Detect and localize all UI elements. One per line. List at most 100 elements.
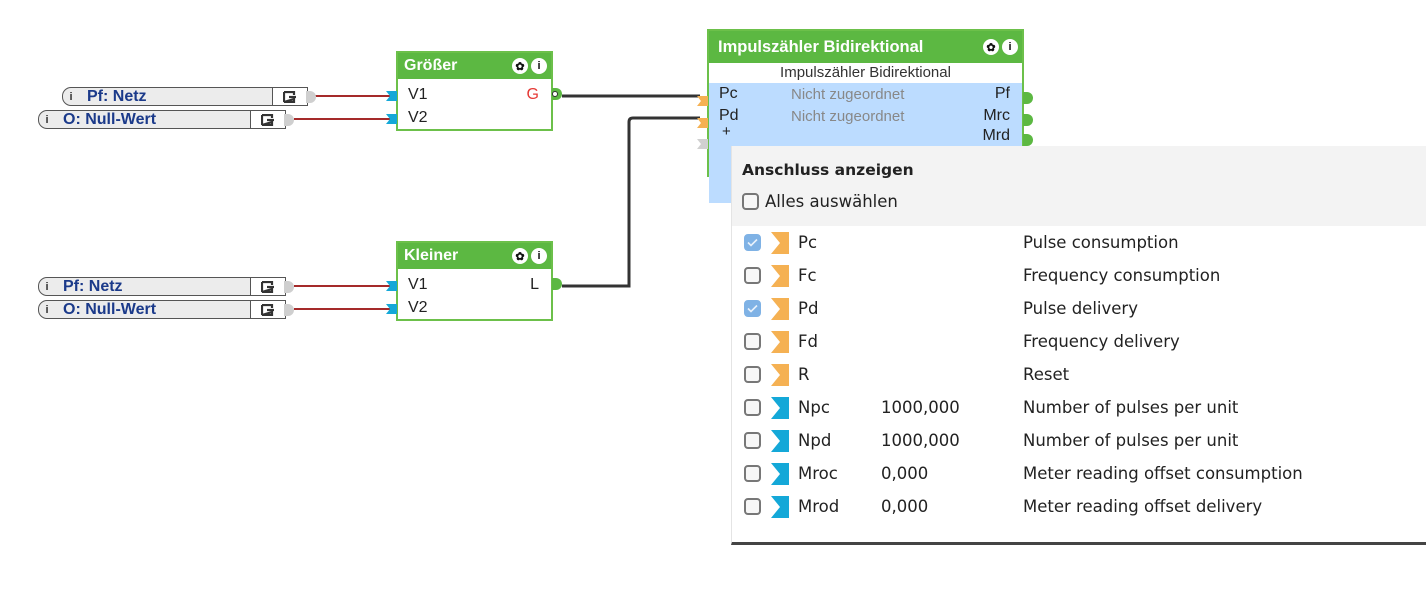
wire-kleiner-l-to-pd bbox=[562, 116, 700, 288]
port-name: R bbox=[798, 365, 810, 384]
input-label-v2: V2 bbox=[408, 299, 428, 316]
input-port-pd[interactable] bbox=[697, 115, 708, 128]
checkbox[interactable] bbox=[744, 465, 761, 482]
input-ref-label: O: Null-Wert bbox=[63, 300, 157, 318]
port-value: 0,000 bbox=[881, 497, 929, 516]
port-row-npc[interactable]: Npc 1000,000 Number of pulses per unit bbox=[744, 391, 1414, 424]
output-arrow-icon[interactable] bbox=[250, 278, 285, 295]
input-port-pc[interactable] bbox=[697, 93, 708, 106]
output-arrow-icon[interactable] bbox=[250, 111, 285, 128]
port-description: Pulse consumption bbox=[1023, 233, 1179, 252]
gear-icon[interactable]: ✿ bbox=[512, 248, 528, 264]
output-label-mrd: Mrd bbox=[982, 127, 1010, 144]
port-name: Pc bbox=[798, 233, 818, 252]
input-ref-pf-netz-2[interactable]: i Pf: Netz bbox=[38, 277, 294, 296]
port-name: Npc bbox=[798, 398, 830, 417]
input-port-v2[interactable] bbox=[386, 301, 397, 314]
info-icon[interactable]: i bbox=[39, 278, 55, 295]
port-description: Frequency delivery bbox=[1023, 332, 1180, 351]
add-input-button[interactable]: + bbox=[722, 123, 731, 140]
output-arrow-icon[interactable] bbox=[250, 301, 285, 318]
info-icon[interactable]: i bbox=[39, 111, 55, 128]
input-port-icon bbox=[771, 231, 789, 254]
popup-header: Anschluss anzeigen Alles auswählen bbox=[732, 146, 1426, 226]
output-port-l[interactable] bbox=[552, 278, 562, 290]
block-header[interactable]: Impulszähler Bidirektional ✿ i bbox=[709, 31, 1022, 63]
block-groesser[interactable]: Größer ✿ i V1 V2 G bbox=[386, 51, 562, 131]
output-port-g[interactable] bbox=[552, 88, 562, 100]
parameter-port-icon bbox=[771, 429, 789, 452]
port-description: Reset bbox=[1023, 365, 1070, 384]
block-header[interactable]: Größer ✿ i bbox=[398, 53, 551, 79]
port-description: Number of pulses per unit bbox=[1023, 431, 1239, 450]
port-row-mrod[interactable]: Mrod 0,000 Meter reading offset delivery bbox=[744, 490, 1414, 523]
checkbox-checked[interactable] bbox=[744, 234, 761, 251]
output-connector[interactable] bbox=[284, 114, 294, 126]
block-header[interactable]: Kleiner ✿ i bbox=[398, 243, 551, 269]
parameter-port-icon bbox=[771, 396, 789, 419]
checkbox-checked[interactable] bbox=[744, 300, 761, 317]
checkbox[interactable] bbox=[744, 399, 761, 416]
port-row-mroc[interactable]: Mroc 0,000 Meter reading offset consumptio… bbox=[744, 457, 1414, 490]
output-label-l: L bbox=[530, 276, 539, 293]
port-row-pd[interactable]: Pd Pulse delivery bbox=[744, 292, 1414, 325]
port-name: Fd bbox=[798, 332, 818, 351]
output-connector[interactable] bbox=[284, 304, 294, 316]
port-row-r[interactable]: R Reset bbox=[744, 358, 1414, 391]
input-ref-null-wert-1[interactable]: i O: Null-Wert bbox=[38, 110, 294, 129]
checkbox[interactable] bbox=[744, 498, 761, 515]
input-label-v2: V2 bbox=[408, 109, 428, 126]
block-kleiner[interactable]: Kleiner ✿ i V1 V2 L bbox=[386, 241, 562, 321]
port-description: Number of pulses per unit bbox=[1023, 398, 1239, 417]
info-icon[interactable]: i bbox=[63, 88, 79, 105]
info-icon[interactable]: i bbox=[531, 248, 547, 264]
port-description: Pulse delivery bbox=[1023, 299, 1138, 318]
info-icon[interactable]: i bbox=[1002, 39, 1018, 55]
output-arrow-icon[interactable] bbox=[272, 88, 307, 105]
connection-visibility-popup: Anschluss anzeigen Alles auswählen Pc Pul… bbox=[731, 146, 1426, 545]
port-name: Mroc bbox=[798, 464, 838, 483]
parameter-port-icon bbox=[771, 495, 789, 518]
info-icon[interactable]: i bbox=[39, 301, 55, 318]
select-all-checkbox[interactable]: Alles auswählen bbox=[742, 192, 898, 211]
input-label-v1: V1 bbox=[408, 276, 428, 293]
input-label-pc: Pc bbox=[719, 85, 738, 102]
port-name: Npd bbox=[798, 431, 832, 450]
input-status-pc: Nicht zugeordnet bbox=[791, 86, 905, 103]
info-icon[interactable]: i bbox=[531, 58, 547, 74]
input-port-icon bbox=[771, 264, 789, 287]
port-description: Meter reading offset consumption bbox=[1023, 464, 1303, 483]
select-all-label: Alles auswählen bbox=[765, 192, 898, 211]
output-port-mrc[interactable] bbox=[1023, 114, 1033, 126]
output-port-mrd[interactable] bbox=[1023, 134, 1033, 146]
port-value: 1000,000 bbox=[881, 431, 960, 450]
input-ref-label: Pf: Netz bbox=[63, 277, 123, 295]
checkbox[interactable] bbox=[742, 193, 759, 210]
port-row-fc[interactable]: Fc Frequency consumption bbox=[744, 259, 1414, 292]
output-port-pf[interactable] bbox=[1023, 92, 1033, 104]
port-row-pc[interactable]: Pc Pulse consumption bbox=[744, 226, 1414, 259]
input-port-icon bbox=[771, 297, 789, 320]
input-port-v1[interactable] bbox=[386, 88, 397, 101]
input-port-v1[interactable] bbox=[386, 278, 397, 291]
checkbox[interactable] bbox=[744, 366, 761, 383]
checkbox[interactable] bbox=[744, 432, 761, 449]
input-port-v2[interactable] bbox=[386, 111, 397, 124]
port-row-fd[interactable]: Fd Frequency delivery bbox=[744, 325, 1414, 358]
checkbox[interactable] bbox=[744, 333, 761, 350]
output-label-mrc: Mrc bbox=[983, 107, 1010, 124]
gear-icon[interactable]: ✿ bbox=[512, 58, 528, 74]
checkbox[interactable] bbox=[744, 267, 761, 284]
input-ref-null-wert-2[interactable]: i O: Null-Wert bbox=[38, 300, 294, 319]
port-description: Meter reading offset delivery bbox=[1023, 497, 1263, 516]
input-port-add[interactable] bbox=[697, 136, 708, 149]
input-ref-label: O: Null-Wert bbox=[63, 110, 157, 128]
port-row-npd[interactable]: Npd 1000,000 Number of pulses per unit bbox=[744, 424, 1414, 457]
port-value: 0,000 bbox=[881, 464, 929, 483]
output-connector[interactable] bbox=[306, 91, 316, 103]
input-ref-pf-netz-1[interactable]: i Pf: Netz bbox=[62, 87, 316, 106]
popup-title: Anschluss anzeigen bbox=[742, 161, 914, 179]
gear-icon[interactable]: ✿ bbox=[983, 39, 999, 55]
input-ref-label: Pf: Netz bbox=[87, 87, 147, 105]
output-connector[interactable] bbox=[284, 281, 294, 293]
